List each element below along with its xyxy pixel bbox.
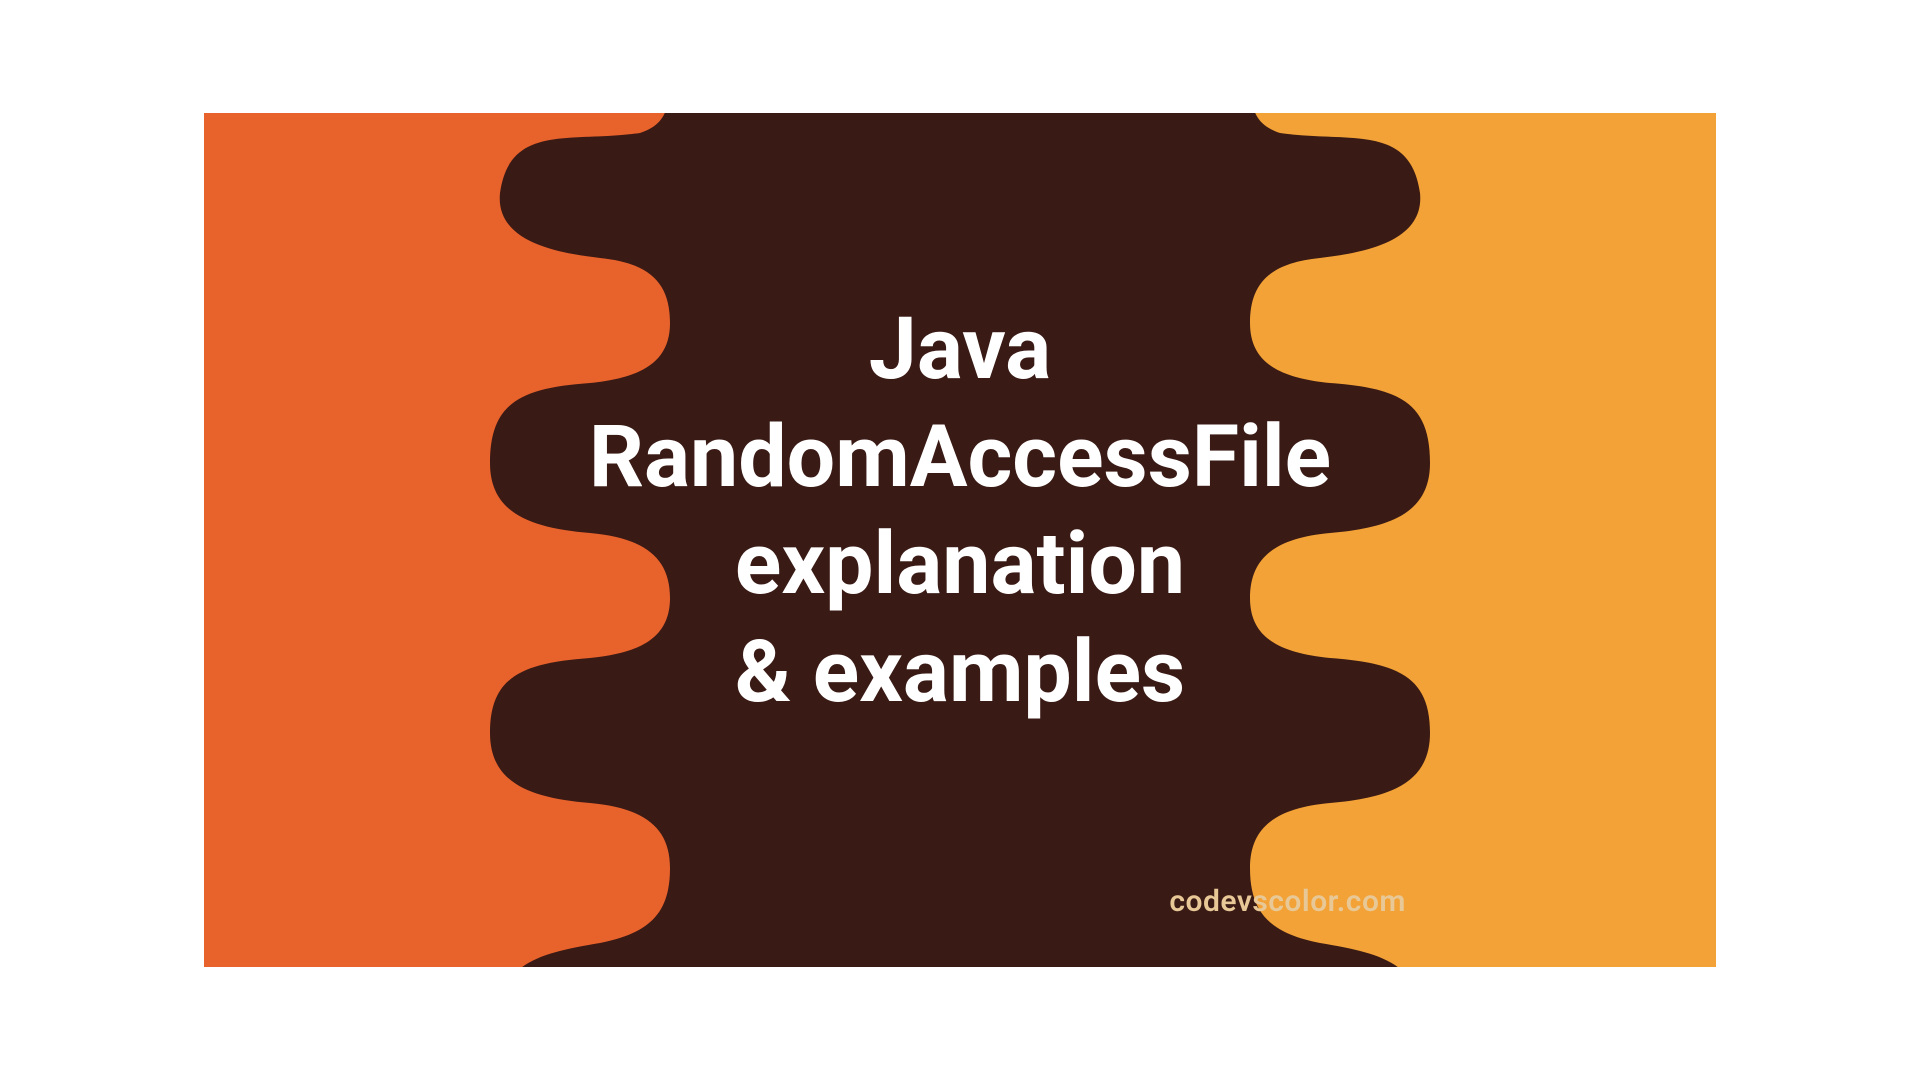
watermark-text: codevscolor.com [1169, 884, 1406, 919]
title-line-2: RandomAccessFile [589, 403, 1331, 511]
title-line-3: explanation [589, 510, 1331, 618]
title-line-4: & examples [589, 618, 1331, 726]
main-title: Java RandomAccessFile explanation & exam… [589, 295, 1331, 725]
graphic-canvas: Java RandomAccessFile explanation & exam… [204, 113, 1716, 967]
title-line-1: Java [589, 295, 1331, 403]
content-area: Java RandomAccessFile explanation & exam… [204, 113, 1716, 967]
